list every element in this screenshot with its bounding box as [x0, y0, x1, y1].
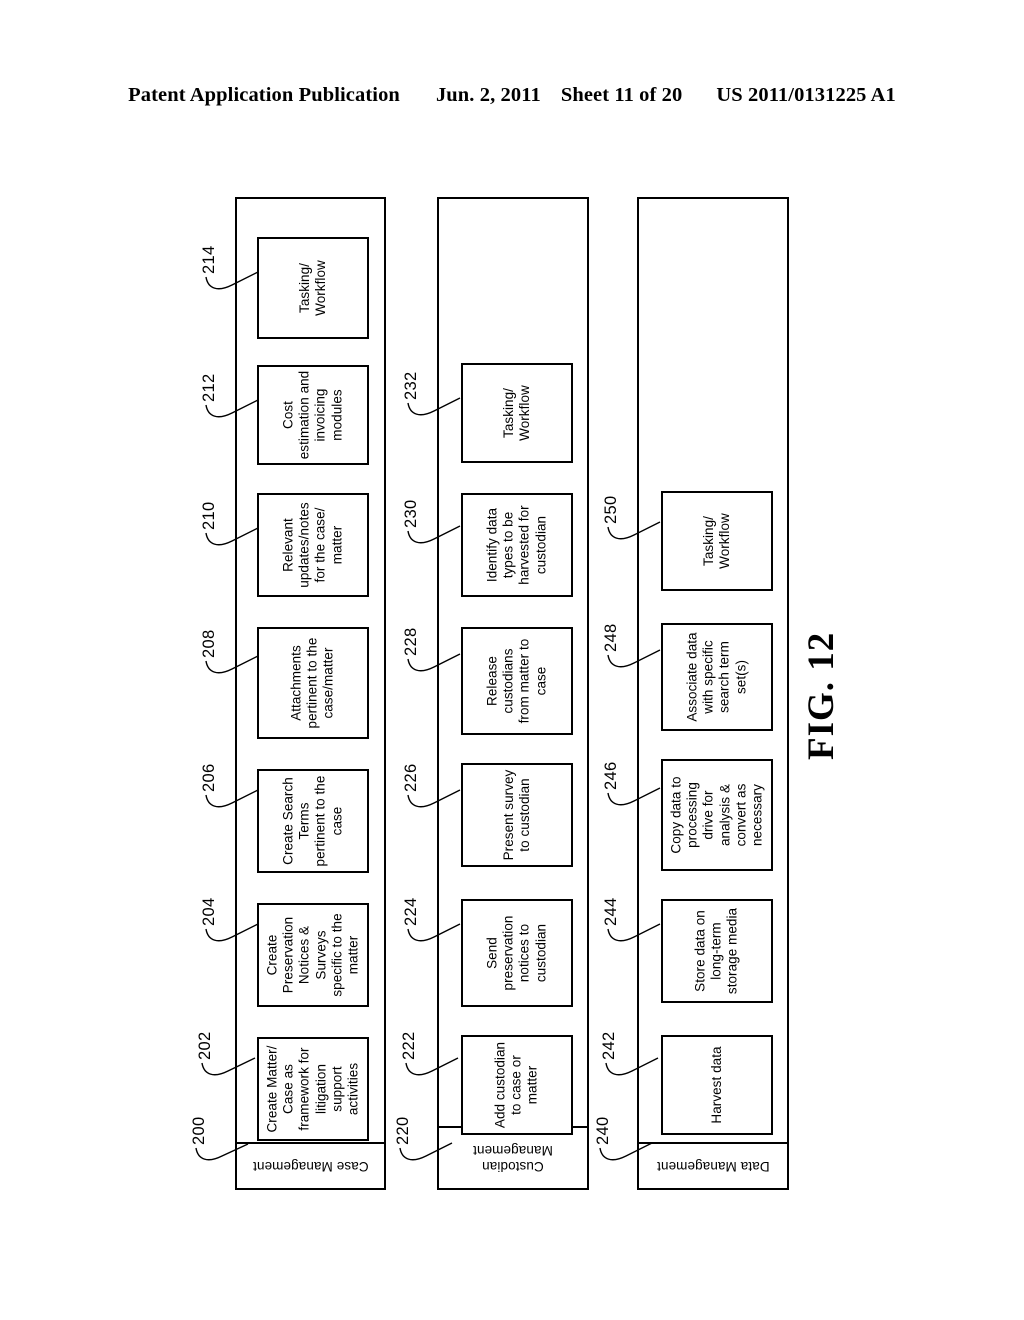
- process-box-242-label: Harvest data: [708, 1046, 724, 1124]
- ref-numeral-242: 242: [600, 1031, 618, 1060]
- ref-numeral-206: 206: [200, 763, 218, 792]
- process-box-210: Relevant updates/notes for the case/ mat…: [257, 493, 369, 597]
- process-box-228: Release custodians from matter to case: [461, 627, 573, 735]
- process-box-206: Create Search Terms pertinent to the cas…: [257, 769, 369, 873]
- ref-numeral-248: 248: [602, 623, 620, 652]
- process-box-228-label: Release custodians from matter to case: [484, 638, 549, 724]
- ref-numeral-224: 224: [402, 897, 420, 926]
- process-box-202: Create Matter/ Case as framework for lit…: [257, 1037, 369, 1141]
- swimlane-data-management: Data Management Harvest data Store data …: [637, 197, 789, 1190]
- process-box-246-label: Copy data to processing drive for analys…: [668, 776, 765, 854]
- ref-numeral-226: 226: [402, 763, 420, 792]
- process-box-212: Cost estimation and invoicing modules: [257, 365, 369, 465]
- process-box-232: Tasking/ Workflow: [461, 363, 573, 463]
- process-box-248-label: Associate data with specific search term…: [684, 632, 749, 722]
- ref-numeral-246: 246: [602, 761, 620, 790]
- process-box-232-label: Tasking/ Workflow: [500, 385, 532, 441]
- figure-12-diagram: Case Management Create Matter/ Case as f…: [0, 0, 1024, 1320]
- ref-numeral-210: 210: [200, 501, 218, 530]
- ref-numeral-230: 230: [402, 499, 420, 528]
- process-box-222: Add custodian to case or matter: [461, 1035, 573, 1135]
- ref-numeral-200: 200: [190, 1116, 208, 1145]
- ref-numeral-222: 222: [400, 1031, 418, 1060]
- ref-numeral-250: 250: [602, 495, 620, 524]
- process-box-222-label: Add custodian to case or matter: [492, 1041, 541, 1129]
- ref-numeral-220: 220: [394, 1116, 412, 1145]
- process-box-224: Send preservation notices to custodian: [461, 899, 573, 1007]
- lane-title-custodian-management: Custodian Management: [439, 1126, 587, 1188]
- lane-title-data-management-label: Data Management: [656, 1158, 770, 1174]
- swimlane-case-management: Case Management Create Matter/ Case as f…: [235, 197, 386, 1190]
- process-box-202-label: Create Matter/ Case as framework for lit…: [264, 1045, 361, 1133]
- process-box-230-label: Identify data types to be harvested for …: [484, 505, 549, 585]
- process-box-246: Copy data to processing drive for analys…: [661, 759, 773, 871]
- ref-numeral-208: 208: [200, 629, 218, 658]
- process-box-226-label: Present survey to custodian: [500, 769, 532, 861]
- process-box-204: Create Preservation Notices & Surveys sp…: [257, 903, 369, 1007]
- lane-title-case-management-label: Case Management: [252, 1158, 369, 1174]
- process-box-204-label: Create Preservation Notices & Surveys sp…: [264, 913, 361, 997]
- ref-numeral-244: 244: [602, 897, 620, 926]
- ref-numeral-204: 204: [200, 897, 218, 926]
- process-box-208: Attachments pertinent to the case/matter: [257, 627, 369, 739]
- figure-label: FIG. 12: [801, 631, 842, 760]
- ref-numeral-202: 202: [196, 1031, 214, 1060]
- ref-numeral-214: 214: [200, 245, 218, 274]
- lane-title-custodian-management-label: Custodian Management: [473, 1143, 553, 1174]
- lane-title-case-management: Case Management: [237, 1142, 384, 1188]
- process-box-244: Store data on long-term storage media: [661, 899, 773, 1003]
- process-box-224-label: Send preservation notices to custodian: [484, 915, 549, 991]
- process-box-250-label: Tasking/ Workflow: [700, 513, 732, 569]
- process-box-244-label: Store data on long-term storage media: [692, 907, 741, 995]
- lane-title-data-management: Data Management: [639, 1142, 787, 1188]
- process-box-210-label: Relevant updates/notes for the case/ mat…: [280, 502, 345, 588]
- process-box-206-label: Create Search Terms pertinent to the cas…: [280, 775, 345, 867]
- ref-numeral-212: 212: [200, 373, 218, 402]
- process-box-250: Tasking/ Workflow: [661, 491, 773, 591]
- process-box-212-label: Cost estimation and invoicing modules: [280, 370, 345, 460]
- process-box-226: Present survey to custodian: [461, 763, 573, 867]
- ref-numeral-240: 240: [594, 1116, 612, 1145]
- ref-numeral-232: 232: [402, 371, 420, 400]
- process-box-248: Associate data with specific search term…: [661, 623, 773, 731]
- process-box-230: Identify data types to be harvested for …: [461, 493, 573, 597]
- process-box-214-label: Tasking/ Workflow: [296, 260, 328, 316]
- process-box-214: Tasking/ Workflow: [257, 237, 369, 339]
- process-box-242: Harvest data: [661, 1035, 773, 1135]
- ref-numeral-228: 228: [402, 627, 420, 656]
- process-box-208-label: Attachments pertinent to the case/matter: [288, 637, 337, 729]
- swimlane-custodian-management: Custodian Management Add custodian to ca…: [437, 197, 589, 1190]
